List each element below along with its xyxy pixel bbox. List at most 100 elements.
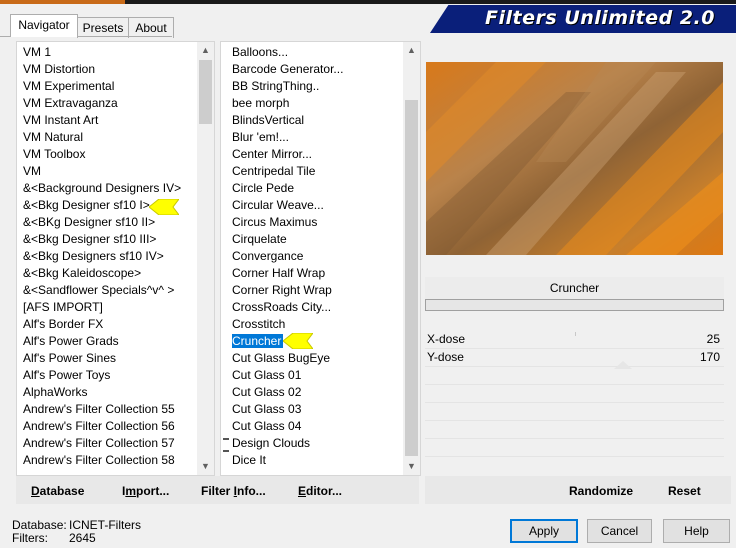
tab-about[interactable]: About: [128, 17, 174, 38]
list-item-label: BlindsVertical: [232, 113, 305, 127]
randomize-button[interactable]: Randomize: [569, 480, 633, 502]
cancel-button[interactable]: Cancel: [587, 519, 652, 543]
list-item[interactable]: Andrew's Filter Collection 57: [23, 435, 175, 452]
list-item[interactable]: VM Extravaganza: [23, 95, 118, 112]
scroll-up-icon[interactable]: ▲: [403, 42, 420, 59]
list-item[interactable]: Barcode Generator...: [232, 61, 343, 78]
list-item[interactable]: Andrew's Filter Collection 56: [23, 418, 175, 435]
import-button[interactable]: Import...: [122, 480, 169, 502]
list-item[interactable]: VM Distortion: [23, 61, 95, 78]
filter-scroll-thumb[interactable]: [405, 100, 418, 456]
list-item[interactable]: Alf's Power Toys: [23, 367, 110, 384]
list-item-label: Convergance: [232, 249, 304, 263]
list-item-label: VM Extravaganza: [23, 96, 118, 110]
list-item[interactable]: Centripedal Tile: [232, 163, 315, 180]
filter-list[interactable]: Balloons... Barcode Generator... BB String…: [220, 41, 421, 476]
list-item-label: AlphaWorks: [23, 385, 88, 399]
list-item[interactable]: &<Background Designers IV>: [23, 180, 181, 197]
list-item[interactable]: &<Sandflower Specials^v^ >: [23, 282, 174, 299]
list-item[interactable]: bee morph: [232, 95, 289, 112]
list-item[interactable]: Design Clouds: [232, 435, 310, 452]
list-item[interactable]: CrossRoads City...: [232, 299, 331, 316]
list-item[interactable]: Circular Weave...: [232, 197, 324, 214]
list-item[interactable]: &<Bkg Designers sf10 IV>: [23, 248, 164, 265]
editor-button[interactable]: Editor...: [298, 480, 342, 502]
list-item[interactable]: Cut Glass 04: [232, 418, 301, 435]
list-item-label: VM Natural: [23, 130, 84, 144]
category-scrollbar[interactable]: ▲ ▼: [197, 42, 214, 475]
list-item[interactable]: VM Experimental: [23, 78, 114, 95]
list-item[interactable]: VM 1: [23, 44, 51, 61]
filter-info-button[interactable]: Filter Info...: [201, 480, 266, 502]
filters-count-label: Filters:: [12, 531, 48, 545]
list-item[interactable]: Crosstitch: [232, 316, 285, 333]
list-item-label: Andrew's Filter Collection 57: [23, 436, 175, 450]
filter-scrollbar[interactable]: ▲ ▼: [403, 42, 420, 475]
list-item-label: Circus Maximus: [232, 215, 318, 229]
param-row-empty: [425, 421, 724, 439]
reset-button[interactable]: Reset: [668, 480, 701, 502]
scroll-up-icon[interactable]: ▲: [197, 42, 214, 59]
scroll-down-icon[interactable]: ▼: [403, 458, 420, 475]
list-item[interactable]: Andrew's Filter Collection 55: [23, 401, 175, 418]
title-strip: [0, 0, 736, 4]
tab-navigator[interactable]: Navigator: [10, 14, 78, 37]
list-item[interactable]: [AFS IMPORT]: [23, 299, 103, 316]
list-item[interactable]: Alf's Border FX: [23, 316, 103, 333]
list-item[interactable]: Cirquelate: [232, 231, 287, 248]
category-list[interactable]: VM 1 VM Distortion VM Experimental VM Extra…: [16, 41, 215, 476]
list-item[interactable]: Andrew's Filter Collection 58: [23, 452, 175, 469]
list-item[interactable]: BB StringThing..: [232, 78, 319, 95]
scroll-down-icon[interactable]: ▼: [197, 458, 214, 475]
list-item-label: Alf's Power Toys: [23, 368, 111, 382]
list-item[interactable]: &<BKg Designer sf10 II>: [23, 214, 155, 231]
list-item[interactable]: BlindsVertical: [232, 112, 304, 129]
list-item-label: BB StringThing..: [232, 79, 320, 93]
list-item[interactable]: Dice It: [232, 452, 266, 469]
list-item[interactable]: Cut Glass 01: [232, 367, 301, 384]
list-item[interactable]: Circus Maximus: [232, 214, 317, 231]
list-item-label: Corner Right Wrap: [232, 283, 332, 297]
list-item-label: bee morph: [232, 96, 290, 110]
list-item-label: Alf's Power Sines: [23, 351, 116, 365]
apply-button[interactable]: Apply: [510, 519, 578, 543]
list-item-label: Cut Glass 03: [232, 402, 302, 416]
tab-presets[interactable]: Presets: [77, 17, 129, 38]
param-row-y-dose[interactable]: Y-dose 170: [425, 349, 724, 367]
list-item[interactable]: &<Bkg Designer sf10 I>: [23, 197, 150, 214]
list-item-label: Barcode Generator...: [232, 62, 344, 76]
list-item-label: VM: [23, 164, 41, 178]
drag-grip-icon[interactable]: [223, 438, 229, 452]
list-item[interactable]: Cruncher: [232, 333, 284, 350]
list-item[interactable]: AlphaWorks: [23, 384, 87, 401]
list-item[interactable]: Alf's Power Grads: [23, 333, 119, 350]
param-row-empty: [425, 385, 724, 403]
list-item[interactable]: Balloons...: [232, 44, 288, 61]
list-item[interactable]: VM Instant Art: [23, 112, 98, 129]
list-item[interactable]: Cut Glass BugEye: [232, 350, 330, 367]
list-item-label: VM Distortion: [23, 62, 96, 76]
list-item[interactable]: Blur 'em!...: [232, 129, 289, 146]
category-scroll-thumb[interactable]: [199, 60, 212, 124]
list-item[interactable]: &<Bkg Designer sf10 III>: [23, 231, 156, 248]
yellow-pointer-arrow-icon: [149, 199, 179, 215]
list-item-label: &<Background Designers IV>: [23, 181, 182, 195]
list-item-label: VM Toolbox: [23, 147, 86, 161]
list-item[interactable]: Center Mirror...: [232, 146, 312, 163]
list-item[interactable]: &<Bkg Kaleidoscope>: [23, 265, 141, 282]
list-item[interactable]: Alf's Power Sines: [23, 350, 116, 367]
list-item[interactable]: Corner Right Wrap: [232, 282, 332, 299]
list-item[interactable]: Corner Half Wrap: [232, 265, 325, 282]
list-item-label: &<Bkg Designers sf10 IV>: [23, 249, 164, 263]
list-item-label: Corner Half Wrap: [232, 266, 326, 280]
list-item[interactable]: VM Toolbox: [23, 146, 85, 163]
list-item[interactable]: Convergance: [232, 248, 303, 265]
list-item[interactable]: Cut Glass 02: [232, 384, 301, 401]
list-item[interactable]: Cut Glass 03: [232, 401, 301, 418]
list-item[interactable]: VM Natural: [23, 129, 83, 146]
list-item[interactable]: Circle Pede: [232, 180, 294, 197]
database-button[interactable]: Database: [31, 480, 84, 502]
list-item-label: VM Instant Art: [23, 113, 99, 127]
help-button[interactable]: Help: [663, 519, 730, 543]
list-item[interactable]: VM: [23, 163, 41, 180]
